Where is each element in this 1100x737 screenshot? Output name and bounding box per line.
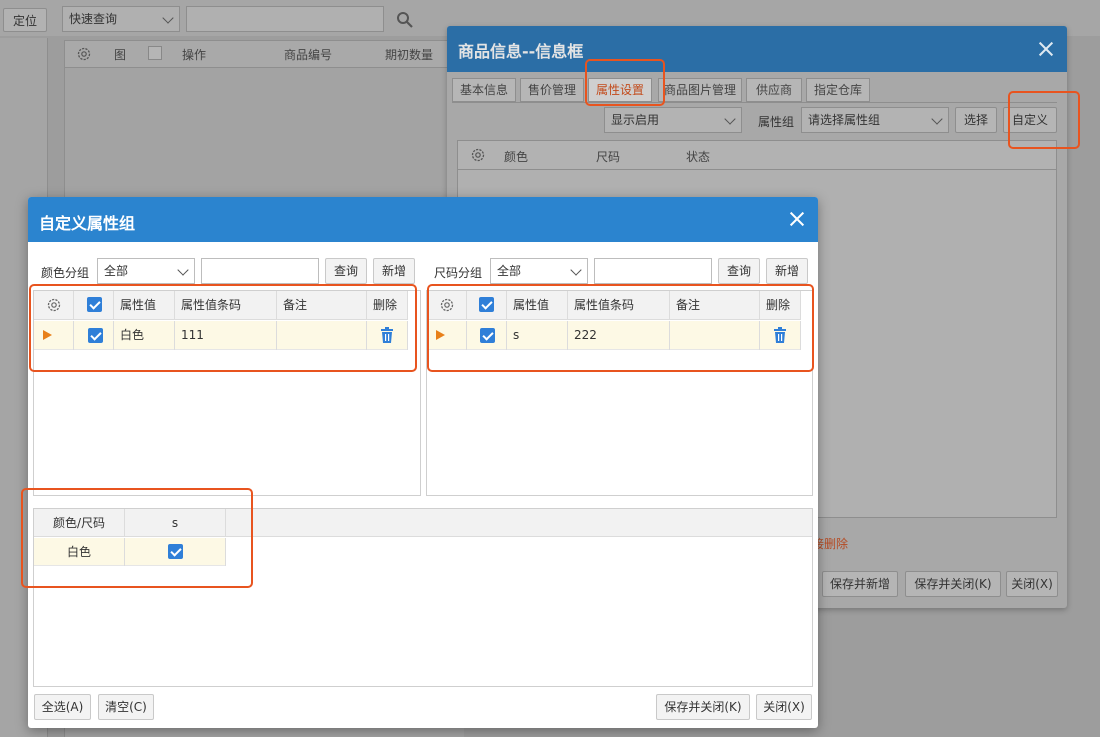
attr-group-select-label: 请选择属性组 [808, 113, 881, 127]
bg-col-image: 图 [114, 48, 127, 62]
highlight-size-table [427, 284, 814, 372]
tab-warehouse[interactable]: 指定仓库 [806, 78, 870, 102]
chevron-down-icon [177, 264, 189, 276]
locate-button[interactable]: 定位 [3, 8, 47, 32]
info-attr-table-header [457, 140, 1057, 170]
highlight-color-table [29, 284, 417, 372]
tab-supplier[interactable]: 供应商 [746, 78, 802, 102]
search-icon[interactable] [396, 11, 414, 29]
color-search-input[interactable] [201, 258, 319, 284]
size-group-select-label: 全部 [497, 264, 522, 278]
color-group-select[interactable]: 全部 [97, 258, 195, 284]
tab-product-images[interactable]: 商品图片管理 [658, 78, 742, 102]
size-search-input[interactable] [594, 258, 712, 284]
custom-dialog-close-icon[interactable] [789, 211, 805, 227]
attr-group-label: 属性组 [758, 115, 795, 129]
size-group-label: 尺码分组 [434, 266, 483, 280]
info-dialog-close-icon[interactable] [1038, 41, 1054, 57]
bg-col-product-code: 商品编号 [284, 48, 333, 62]
display-enabled-select[interactable]: 显示启用 [604, 107, 742, 133]
info-col-size: 尺码 [596, 150, 621, 164]
chevron-down-icon [570, 264, 582, 276]
color-add-button[interactable]: 新增 [373, 258, 415, 284]
attr-group-select[interactable]: 请选择属性组 [801, 107, 949, 133]
info-col-color: 颜色 [504, 150, 529, 164]
quick-query-select[interactable]: 快速查询 [62, 6, 180, 32]
gear-icon[interactable] [470, 147, 486, 163]
bg-col-opening-qty: 期初数量 [385, 48, 434, 62]
size-query-button[interactable]: 查询 [718, 258, 760, 284]
clear-button[interactable]: 清空(C) [98, 694, 154, 720]
info-dialog-title: 商品信息--信息框 [458, 42, 584, 61]
size-group-select[interactable]: 全部 [490, 258, 588, 284]
color-group-label: 颜色分组 [41, 266, 90, 280]
tab-basic-info[interactable]: 基本信息 [452, 78, 516, 102]
highlight-matrix [21, 488, 253, 588]
save-and-new-button[interactable]: 保存并新增 [822, 571, 898, 597]
gear-icon[interactable] [76, 46, 92, 62]
close-button[interactable]: 关闭(X) [756, 694, 812, 720]
chevron-down-icon [931, 113, 943, 125]
select-all-button[interactable]: 全选(A) [34, 694, 91, 720]
background-search-input[interactable] [186, 6, 384, 32]
color-group-select-label: 全部 [104, 264, 129, 278]
choose-button[interactable]: 选择 [955, 107, 997, 133]
bg-col-action: 操作 [182, 48, 207, 62]
color-query-button[interactable]: 查询 [325, 258, 367, 284]
highlight-custom-button [1008, 91, 1080, 149]
info-col-status: 状态 [686, 150, 711, 164]
tab-underline [452, 102, 1057, 103]
info-close-button[interactable]: 关闭(X) [1006, 571, 1058, 597]
quick-query-label: 快速查询 [69, 12, 118, 26]
bg-checkbox[interactable] [148, 46, 162, 60]
display-enabled-label: 显示启用 [611, 113, 660, 127]
info-save-and-close-button[interactable]: 保存并关闭(K) [905, 571, 1001, 597]
chevron-down-icon [724, 113, 736, 125]
size-add-button[interactable]: 新增 [766, 258, 808, 284]
chevron-down-icon [162, 12, 174, 24]
tab-price-management[interactable]: 售价管理 [520, 78, 584, 102]
save-and-close-button[interactable]: 保存并关闭(K) [656, 694, 750, 720]
custom-dialog-titlebar [28, 197, 818, 242]
custom-dialog-title: 自定义属性组 [39, 214, 136, 233]
highlight-attribute-tab [585, 59, 665, 106]
